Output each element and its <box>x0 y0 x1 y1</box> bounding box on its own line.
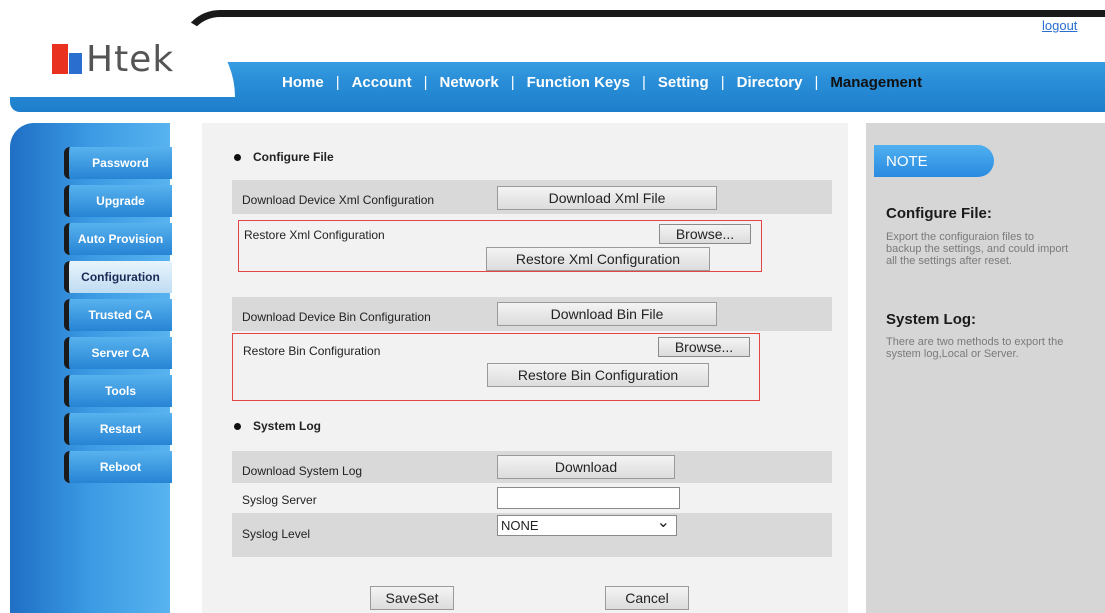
download-xml-button[interactable]: Download Xml File <box>497 186 717 210</box>
sidebar-item-upgrade[interactable]: Upgrade <box>64 185 172 217</box>
browse-bin-button[interactable]: Browse... <box>658 337 750 357</box>
download-system-log-label: Download System Log <box>242 464 363 478</box>
nav-function-keys[interactable]: Function Keys <box>517 74 640 91</box>
logo-text: Htek <box>86 38 175 80</box>
htek-logo-icon <box>52 44 82 74</box>
note-configure-title: Configure File: <box>886 205 992 222</box>
syslog-level-value: NONE <box>501 518 539 533</box>
row-download-xml: Download Device Xml Configuration Downlo… <box>232 180 832 214</box>
restore-bin-label: Restore Bin Configuration <box>243 344 381 358</box>
nav-home[interactable]: Home <box>272 74 334 91</box>
note-configure-line-3: all the settings after reset. <box>886 255 1012 267</box>
saveset-button[interactable]: SaveSet <box>370 586 454 610</box>
section-title: System Log <box>253 419 322 433</box>
sidebar-item-auto-provision[interactable]: Auto Provision <box>64 223 172 255</box>
sidebar-item-server-ca[interactable]: Server CA <box>64 337 172 369</box>
nav-directory[interactable]: Directory <box>727 74 813 91</box>
browse-xml-button[interactable]: Browse... <box>659 224 751 244</box>
download-bin-label: Download Device Bin Configuration <box>242 310 431 324</box>
sidebar-item-trusted-ca[interactable]: Trusted CA <box>64 299 172 331</box>
top-header: Htek logout Home | Account | Network | F… <box>0 0 1105 115</box>
note-system-log-line-2: system log,Local or Server. <box>886 348 1019 360</box>
syslog-server-label: Syslog Server <box>242 493 317 507</box>
restore-xml-label: Restore Xml Configuration <box>244 228 385 242</box>
row-syslog-server: Syslog Server <box>232 483 832 513</box>
nav-setting[interactable]: Setting <box>648 74 719 91</box>
note-badge: NOTE <box>874 145 994 177</box>
note-panel: NOTE Configure File: Export the configur… <box>866 123 1105 613</box>
restore-bin-box: Restore Bin Configuration Browse... Rest… <box>232 333 760 401</box>
download-bin-button[interactable]: Download Bin File <box>497 302 717 326</box>
syslog-level-select[interactable]: NONE ⌄ <box>497 514 677 536</box>
section-title: Configure File <box>253 150 334 164</box>
restore-xml-box: Restore Xml Configuration Browse... Rest… <box>238 220 762 272</box>
section-configure-file: Configure File <box>234 150 334 164</box>
syslog-server-input[interactable] <box>497 487 680 509</box>
chevron-down-icon: ⌄ <box>656 514 670 531</box>
sidebar-item-restart[interactable]: Restart <box>64 413 172 445</box>
sidebar-item-password[interactable]: Password <box>64 147 172 179</box>
sidebar-item-configuration[interactable]: Configuration <box>64 261 172 293</box>
download-xml-label: Download Device Xml Configuration <box>242 193 435 207</box>
note-configure-line-2: backup the settings, and could import <box>886 243 1069 255</box>
nav-account[interactable]: Account <box>342 74 422 91</box>
syslog-level-label: Syslog Level <box>242 527 311 541</box>
sidebar: Password Upgrade Auto Provision Configur… <box>10 123 172 613</box>
restore-xml-button[interactable]: Restore Xml Configuration <box>486 247 710 271</box>
restore-bin-button[interactable]: Restore Bin Configuration <box>487 363 709 387</box>
bullet-icon <box>234 422 241 430</box>
section-system-log: System Log <box>234 419 321 433</box>
row-syslog-level: Syslog Level NONE ⌄ <box>232 513 832 557</box>
cancel-button[interactable]: Cancel <box>605 586 689 610</box>
sidebar-item-reboot[interactable]: Reboot <box>64 451 172 483</box>
logo: Htek <box>52 39 174 80</box>
main-nav: Home | Account | Network | Function Keys… <box>272 74 932 91</box>
sidebar-item-tools[interactable]: Tools <box>64 375 172 407</box>
note-configure-line-1: Export the configuraion files to <box>886 231 1034 243</box>
download-system-log-button[interactable]: Download <box>497 455 675 479</box>
row-download-bin: Download Device Bin Configuration Downlo… <box>232 297 832 331</box>
header-swoosh <box>180 10 1105 50</box>
nav-network[interactable]: Network <box>430 74 509 91</box>
main-content: Configure File Download Device Xml Confi… <box>202 123 848 613</box>
note-system-log-line-1: There are two methods to export the <box>886 336 1064 348</box>
bullet-icon <box>234 153 241 161</box>
logout-link[interactable]: logout <box>1042 18 1077 33</box>
row-download-system-log: Download System Log Download <box>232 451 832 483</box>
nav-management[interactable]: Management <box>820 74 932 91</box>
note-system-log-title: System Log: <box>886 311 977 328</box>
